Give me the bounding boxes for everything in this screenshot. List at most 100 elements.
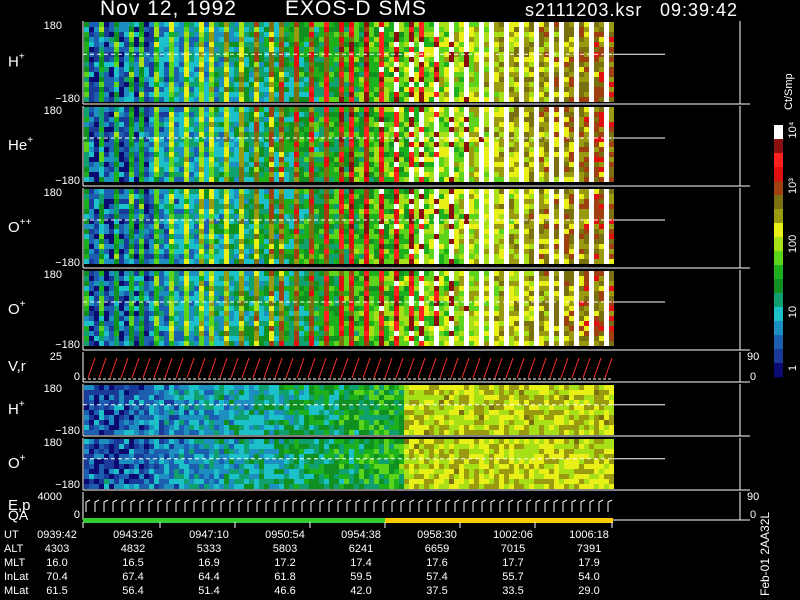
spectrogram-cell bbox=[444, 122, 449, 127]
spectrogram-cell bbox=[379, 162, 384, 167]
spectrogram-cell bbox=[529, 37, 534, 42]
spectrogram-cell bbox=[369, 112, 374, 117]
spectrogram-cell bbox=[374, 249, 379, 254]
spectrogram-cell bbox=[109, 62, 114, 67]
spectrogram-cell bbox=[269, 209, 274, 214]
spectrogram-cell bbox=[564, 62, 569, 67]
spectrogram-cell bbox=[349, 72, 354, 77]
spectrogram-cell bbox=[104, 244, 109, 249]
spectrogram-cell bbox=[99, 214, 104, 219]
spectrogram-cell bbox=[484, 62, 489, 67]
spectrogram-cell bbox=[559, 97, 564, 102]
spectrogram-cell bbox=[559, 57, 564, 62]
spectrogram-cell bbox=[504, 57, 509, 62]
spectrogram-cell bbox=[249, 37, 254, 42]
spectrogram-cell bbox=[254, 132, 259, 137]
spectrogram-cell bbox=[564, 27, 569, 32]
spectrogram-cell bbox=[469, 47, 474, 52]
spectrogram-cell bbox=[389, 214, 394, 219]
spectrogram-cell bbox=[159, 62, 164, 67]
spectrogram-cell bbox=[294, 239, 299, 244]
spectrogram-cell bbox=[434, 92, 439, 97]
spectrogram-cell bbox=[229, 32, 234, 37]
spectrogram-cell bbox=[499, 157, 504, 162]
spectrogram-cell bbox=[424, 189, 429, 194]
spectrogram-cell bbox=[294, 82, 299, 87]
spectrogram-cell bbox=[489, 234, 494, 239]
spectrogram-cell bbox=[264, 92, 269, 97]
colorbar-swatch bbox=[774, 237, 783, 252]
spectrogram-cell bbox=[214, 37, 219, 42]
spectrogram-cell bbox=[429, 224, 434, 229]
spectrogram-cell bbox=[119, 122, 124, 127]
spectrogram-cell bbox=[89, 142, 94, 147]
spectrogram-cell bbox=[389, 167, 394, 172]
spectrogram-cell bbox=[154, 92, 159, 97]
spectrogram-cell bbox=[514, 62, 519, 67]
spectrogram-cell bbox=[459, 167, 464, 172]
spectrogram-cell bbox=[504, 157, 509, 162]
spectrogram-cell bbox=[299, 127, 304, 132]
spectrogram-cell bbox=[214, 189, 219, 194]
spectrogram-cell bbox=[389, 199, 394, 204]
spectrogram-cell bbox=[259, 47, 264, 52]
spectrogram-cell bbox=[359, 177, 364, 182]
spectrogram-cell bbox=[94, 224, 99, 229]
spectrogram-cell bbox=[279, 239, 284, 244]
spectrogram-cell bbox=[84, 42, 89, 47]
spectrogram-cell bbox=[499, 189, 504, 194]
spectrogram-cell bbox=[399, 209, 404, 214]
spectrogram-cell bbox=[384, 67, 389, 72]
spectrogram-cell bbox=[154, 249, 159, 254]
spectrogram-cell bbox=[209, 32, 214, 37]
spectrogram-cell bbox=[94, 326, 99, 331]
spectrogram-cell bbox=[329, 132, 334, 137]
spectrogram-cell bbox=[349, 147, 354, 152]
spectrogram-cell bbox=[359, 167, 364, 172]
spectrogram-cell bbox=[474, 239, 479, 244]
spectrogram-cell bbox=[364, 194, 369, 199]
spectrogram-cell bbox=[394, 142, 399, 147]
spectrogram-cell bbox=[529, 27, 534, 32]
spectrogram-cell bbox=[379, 122, 384, 127]
spectrogram-cell bbox=[359, 249, 364, 254]
spectrogram-cell bbox=[384, 77, 389, 82]
spectrogram-cell bbox=[269, 189, 274, 194]
spectrogram-cell bbox=[139, 72, 144, 77]
spectrogram-cell bbox=[189, 152, 194, 157]
spectrogram-cell bbox=[179, 92, 184, 97]
spectrogram-cell bbox=[284, 189, 289, 194]
spectrogram-cell bbox=[359, 72, 364, 77]
colorbar-swatch bbox=[774, 265, 783, 280]
spectrogram-cell bbox=[454, 72, 459, 77]
spectrogram-cell bbox=[174, 259, 179, 264]
spectrogram-cell bbox=[234, 162, 239, 167]
spectrogram-cell bbox=[504, 42, 509, 47]
spectrogram-cell bbox=[284, 259, 289, 264]
spectrogram-cell bbox=[574, 32, 579, 37]
spectrogram-cell bbox=[134, 62, 139, 67]
spectrogram-cell bbox=[89, 291, 94, 296]
spectrogram-cell bbox=[454, 42, 459, 47]
spectrogram-cell bbox=[539, 157, 544, 162]
spectrogram-cell bbox=[99, 87, 104, 92]
spectrogram-cell bbox=[379, 72, 384, 77]
spectrogram-cell bbox=[114, 77, 119, 82]
spectrogram-cell bbox=[199, 72, 204, 77]
spectrogram-cell bbox=[149, 172, 154, 177]
spectrogram-cell bbox=[499, 229, 504, 234]
spectrogram-cell bbox=[144, 32, 149, 37]
spectrogram-cell bbox=[519, 57, 524, 62]
spectrogram-cell bbox=[139, 142, 144, 147]
spectrogram-cell bbox=[399, 62, 404, 67]
spectrogram-cell bbox=[464, 209, 469, 214]
spectrogram-cell bbox=[259, 77, 264, 82]
spectrogram-cell bbox=[114, 47, 119, 52]
spectrogram-cell bbox=[369, 72, 374, 77]
spectrogram-cell bbox=[234, 112, 239, 117]
spectrogram-cell bbox=[559, 204, 564, 209]
spectrogram-cell bbox=[124, 214, 129, 219]
spectrogram-cell bbox=[609, 249, 614, 254]
spectrogram-cell bbox=[144, 239, 149, 244]
spectrogram-cell bbox=[214, 229, 219, 234]
